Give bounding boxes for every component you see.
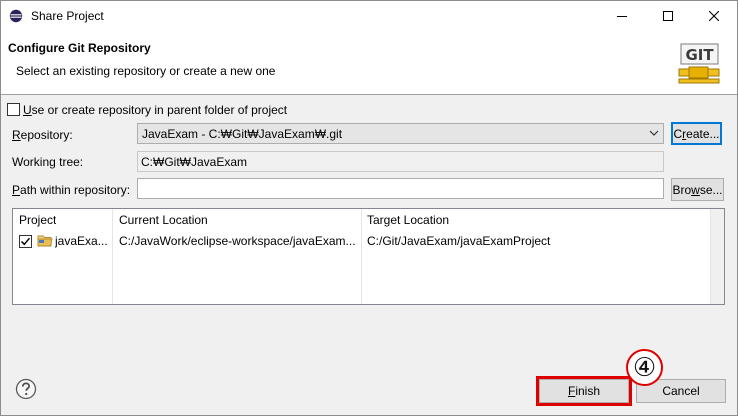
current-location: C:/JavaWork/eclipse-workspace/javaExam..… xyxy=(119,234,355,248)
question-circle-icon[interactable] xyxy=(15,378,37,400)
minimize-button[interactable] xyxy=(599,1,645,31)
browse-button[interactable]: Bro w se... xyxy=(671,178,724,201)
repository-select-value: JavaExam - C:₩Git₩JavaExam₩.git xyxy=(142,127,343,141)
maximize-icon xyxy=(663,11,673,21)
header-title: Configure Git Repository xyxy=(8,41,151,55)
working-tree-label: Working tree: xyxy=(12,155,84,169)
finish-highlight-box xyxy=(536,376,632,406)
share-project-dialog: Share Project Configure Git Repository S… xyxy=(0,0,738,416)
column-header-target-location[interactable]: Target Location xyxy=(367,213,449,227)
minimize-icon xyxy=(617,16,627,17)
path-within-repository-label: Path within repository: xyxy=(12,183,131,197)
working-tree-field: C:₩Git₩JavaExam xyxy=(137,151,664,172)
path-within-repository-input[interactable] xyxy=(137,178,664,199)
create-repository-button[interactable]: Cr eate... xyxy=(671,122,722,145)
working-tree-value: C:₩Git₩JavaExam xyxy=(141,155,248,169)
column-header-current-location[interactable]: Current Location xyxy=(119,213,208,227)
eclipse-app-icon xyxy=(9,9,23,23)
step-marker: ④ xyxy=(626,349,663,386)
use-parent-label: Use or create repository in parent folde… xyxy=(23,103,288,117)
project-folder-icon xyxy=(37,235,53,247)
checkmark-icon xyxy=(20,237,31,246)
column-header-project[interactable]: Project xyxy=(19,213,56,227)
column-divider xyxy=(112,209,113,304)
project-row-checkbox[interactable] xyxy=(19,235,32,248)
projects-table: Project Current Location Target Location… xyxy=(12,208,725,305)
git-logo-icon: GIT xyxy=(678,43,720,84)
title-bar: Share Project xyxy=(1,1,737,31)
window-title: Share Project xyxy=(31,9,104,23)
use-parent-checkbox[interactable] xyxy=(7,103,20,116)
column-divider xyxy=(361,209,362,304)
project-name: javaExa... xyxy=(55,234,108,248)
header-subtitle: Select an existing repository or create … xyxy=(16,64,276,78)
maximize-button[interactable] xyxy=(645,1,691,31)
target-location: C:/Git/JavaExam/javaExamProject xyxy=(367,234,551,248)
close-icon xyxy=(709,11,719,21)
dialog-header: Configure Git Repository Select an exist… xyxy=(1,31,737,95)
repository-select[interactable]: JavaExam - C:₩Git₩JavaExam₩.git xyxy=(137,123,664,144)
table-scrollbar[interactable] xyxy=(710,209,724,304)
close-button[interactable] xyxy=(691,1,737,31)
repository-label: Repository: xyxy=(12,128,73,142)
git-logo-text: GIT xyxy=(685,46,714,64)
chevron-down-icon xyxy=(649,130,659,136)
